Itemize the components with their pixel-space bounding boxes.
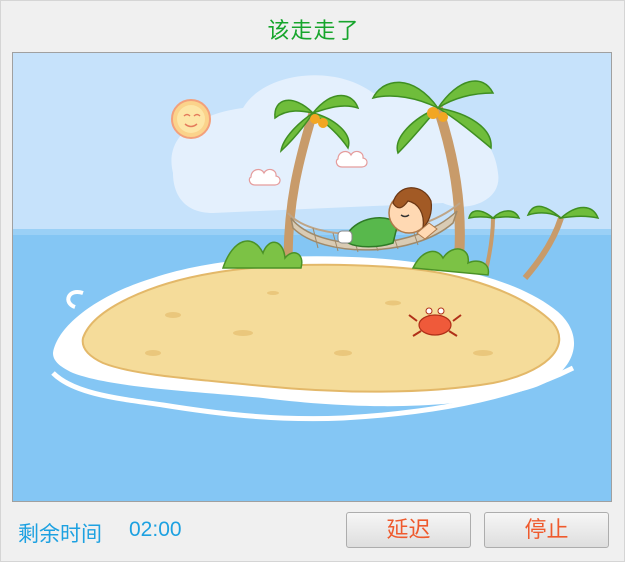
- remaining-time-label: 剩余时间: [18, 522, 102, 546]
- remaining-time-value: 02:00: [129, 518, 182, 541]
- reminder-window: 该走走了 剩余时间 02:00 延迟 停止: [0, 0, 625, 562]
- window-title: 该走走了: [267, 19, 360, 44]
- island-hammock-illustration: [12, 52, 612, 502]
- sun-icon: [171, 99, 211, 139]
- delay-button[interactable]: 延迟: [346, 512, 471, 548]
- stop-button[interactable]: 停止: [484, 512, 609, 548]
